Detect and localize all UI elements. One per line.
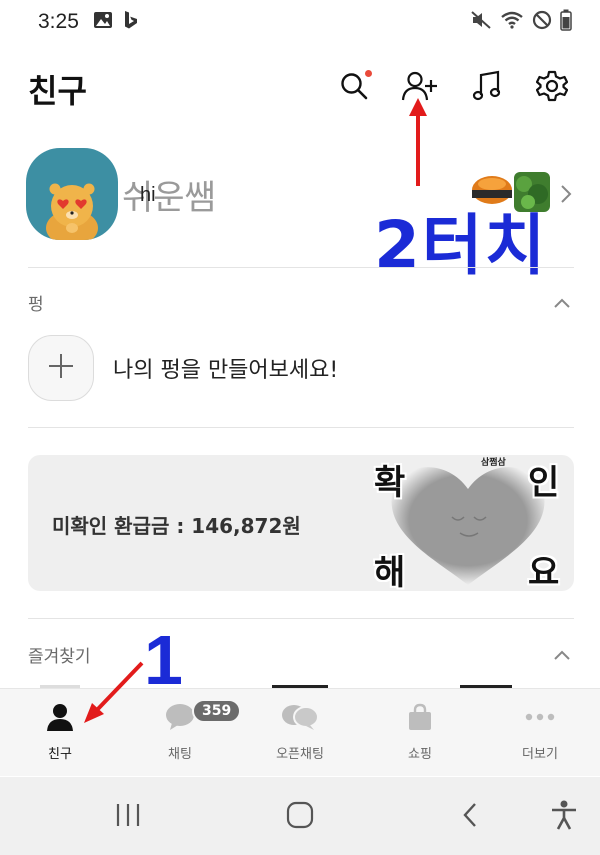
- status-time: 3:25: [38, 10, 79, 33]
- battery-icon: [560, 9, 572, 35]
- section-label-pung: 펑: [28, 295, 44, 315]
- unread-badge: 359: [192, 699, 242, 723]
- home-button[interactable]: [278, 799, 322, 835]
- recent-apps-icon: [114, 802, 142, 832]
- more-dots-icon: [523, 703, 557, 735]
- tab-label: 더보기: [522, 747, 558, 762]
- back-icon: [460, 801, 480, 833]
- status-bar: 3:25: [0, 0, 600, 44]
- header: 친구: [0, 52, 600, 122]
- avatar[interactable]: [26, 148, 118, 240]
- sticker-char: 요: [528, 553, 560, 591]
- page-title: 친구: [28, 72, 87, 110]
- annotation-step-2: 2터치: [374, 207, 548, 284]
- ryan-character-icon: [46, 183, 98, 240]
- sticker-char: 확: [374, 463, 406, 503]
- home-icon: [285, 800, 315, 834]
- divider: [28, 427, 574, 428]
- add-friend-button[interactable]: [400, 68, 440, 108]
- open-chat-icon: [280, 703, 320, 735]
- tab-chats[interactable]: 359 채팅: [120, 689, 242, 776]
- settings-button[interactable]: [532, 68, 572, 108]
- music-button[interactable]: [467, 68, 507, 108]
- accessibility-icon: [550, 799, 578, 835]
- wifi-icon: [500, 10, 524, 34]
- section-label-favorites: 즐겨찾기: [28, 647, 91, 667]
- sticker-char: 인: [528, 463, 560, 503]
- tab-label: 친구: [48, 747, 72, 762]
- settings-icon: [535, 70, 569, 106]
- bottom-tab-bar: 친구 359 채팅 오픈채팅 쇼핑 더보기: [0, 688, 600, 776]
- chevron-right-icon: [560, 184, 572, 208]
- create-pung-text[interactable]: 나의 펑을 만들어보세요!: [113, 352, 338, 384]
- notification-dot: [365, 70, 372, 77]
- accessibility-button[interactable]: [542, 799, 586, 835]
- refund-banner-text: 미확인 환급금 : 146,872원: [52, 514, 301, 538]
- add-friend-icon: [401, 70, 439, 106]
- chevron-up-icon[interactable]: [553, 646, 571, 665]
- mute-icon: [470, 10, 492, 34]
- tab-open-chats[interactable]: 오픈채팅: [240, 689, 360, 776]
- create-pung-button[interactable]: [28, 335, 94, 401]
- system-navigation-bar: [0, 777, 600, 855]
- shopping-bag-icon: [406, 703, 434, 735]
- tab-friends[interactable]: 친구: [0, 689, 120, 776]
- divider: [28, 267, 574, 268]
- gallery-icon: [93, 11, 113, 33]
- search-button[interactable]: [334, 68, 374, 108]
- tab-shopping[interactable]: 쇼핑: [360, 689, 480, 776]
- search-icon: [339, 71, 369, 105]
- profile-status-message: hi: [140, 184, 156, 206]
- sticker-char: 해: [374, 553, 406, 591]
- recent-apps-button[interactable]: [106, 799, 150, 835]
- chat-bubble-icon: [165, 703, 195, 735]
- profile-name: 쉬운쌤: [122, 178, 216, 218]
- dnd-icon: [532, 10, 552, 34]
- bing-icon: [123, 10, 139, 34]
- sticker-brand-text: 삼쩜삼: [481, 458, 506, 468]
- tab-label: 쇼핑: [408, 747, 432, 762]
- tab-label: 오픈채팅: [276, 747, 324, 762]
- refund-ad-banner[interactable]: 미확인 환급금 : 146,872원 삼쩜삼 확 인 해 요: [28, 455, 574, 591]
- heart-sticker-image: 삼쩜삼 확 인 해 요: [368, 455, 568, 591]
- person-icon: [45, 703, 75, 735]
- chevron-up-icon[interactable]: [553, 294, 571, 313]
- music-icon: [472, 70, 502, 106]
- tab-more[interactable]: 더보기: [480, 689, 600, 776]
- tab-label: 채팅: [168, 747, 192, 762]
- divider: [28, 618, 574, 619]
- back-button[interactable]: [448, 799, 492, 835]
- plus-icon: [47, 352, 75, 384]
